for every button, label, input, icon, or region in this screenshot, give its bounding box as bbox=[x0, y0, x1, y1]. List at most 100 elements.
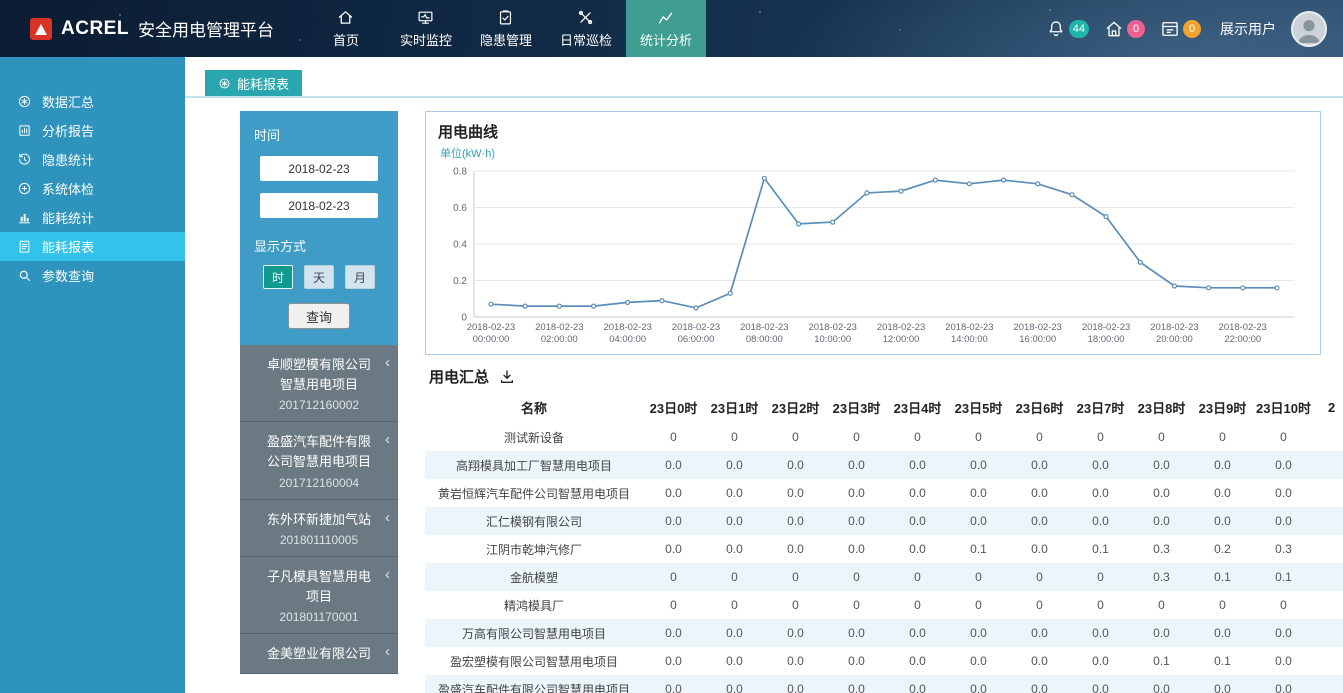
cell-value: 0.0 bbox=[643, 647, 704, 675]
cell-value: 0.0 bbox=[887, 675, 948, 693]
query-button[interactable]: 查询 bbox=[288, 303, 350, 329]
project-item[interactable]: 盈盛汽车配件有限公司智慧用电项目201712160004‹ bbox=[240, 422, 398, 499]
cell-value: 0 bbox=[826, 591, 887, 619]
project-item[interactable]: 卓顺塑模有限公司智慧用电项目201712160002‹ bbox=[240, 345, 398, 422]
sidebar: 数据汇总分析报告隐患统计系统体检能耗统计能耗报表参数查询 bbox=[0, 57, 185, 693]
tab-energy-report[interactable]: 能耗报表 bbox=[205, 70, 302, 96]
svg-text:20:00:00: 20:00:00 bbox=[1156, 334, 1193, 345]
cell-value: 0.3 bbox=[1131, 563, 1192, 591]
nav-item-hazard-manage[interactable]: 隐患管理 bbox=[466, 0, 546, 57]
project-item[interactable]: 子凡模具智慧用电项目201801170001‹ bbox=[240, 557, 398, 634]
nav-item-label: 首页 bbox=[333, 30, 359, 49]
svg-text:2018-02-23: 2018-02-23 bbox=[1014, 322, 1062, 333]
cell-value: 0.0 bbox=[765, 535, 826, 563]
chevron-left-icon[interactable]: ‹ bbox=[385, 355, 390, 370]
main-area: 能耗报表 时间 显示方式 时天月 查询 卓顺塑模有限公司智慧用电项目201712… bbox=[185, 57, 1343, 693]
summary-title: 用电汇总 bbox=[429, 366, 489, 387]
row-name: 江阴市乾坤汽修厂 bbox=[425, 535, 643, 563]
app-header: ACREL 安全用电管理平台 首页实时监控隐患管理日常巡检统计分析 44 0 0… bbox=[0, 0, 1343, 57]
sidebar-item-energy-report[interactable]: 能耗报表 bbox=[0, 232, 185, 261]
cell-empty bbox=[1314, 675, 1343, 693]
mode-button-时[interactable]: 时 bbox=[263, 265, 293, 289]
cell-value: 0.0 bbox=[826, 619, 887, 647]
cell-value: 0.0 bbox=[765, 451, 826, 479]
chevron-left-icon[interactable]: ‹ bbox=[385, 644, 390, 659]
sidebar-item-param-query[interactable]: 参数查询 bbox=[0, 261, 185, 290]
cell-value: 0.0 bbox=[887, 451, 948, 479]
cell-value: 0 bbox=[1009, 563, 1070, 591]
alarm-badge: 0 bbox=[1127, 20, 1145, 38]
cell-value: 0 bbox=[1009, 591, 1070, 619]
nav-item-home[interactable]: 首页 bbox=[306, 0, 386, 57]
cell-value: 0.0 bbox=[704, 451, 765, 479]
cell-value: 0 bbox=[704, 563, 765, 591]
chevron-left-icon[interactable]: ‹ bbox=[385, 510, 390, 525]
svg-text:06:00:00: 06:00:00 bbox=[678, 334, 715, 345]
project-item[interactable]: 东外环新捷加气站 201801110005 ‹ bbox=[240, 500, 398, 557]
sidebar-item-data-summary[interactable]: 数据汇总 bbox=[0, 87, 185, 116]
cell-value: 0 bbox=[1192, 591, 1253, 619]
main-nav: 首页 实时监控隐患管理日常巡检统计分析 bbox=[306, 0, 706, 57]
cell-value: 0.0 bbox=[948, 675, 1009, 693]
alarm-button[interactable]: 0 bbox=[1104, 19, 1145, 39]
project-name: 卓顺塑模有限公司智慧用电项目 bbox=[264, 355, 374, 395]
mode-button-月[interactable]: 月 bbox=[345, 265, 375, 289]
download-icon[interactable] bbox=[499, 369, 515, 385]
chevron-left-icon[interactable]: ‹ bbox=[385, 567, 390, 582]
summary-table-wrap: 名称23日0时23日1时23日2时23日3时23日4时23日5时23日6时23日… bbox=[425, 392, 1343, 693]
project-name: 金美塑业有限公司 bbox=[264, 644, 374, 664]
sidebar-item-system-check[interactable]: 系统体检 bbox=[0, 174, 185, 203]
notification-button[interactable]: 44 bbox=[1046, 19, 1089, 39]
acrel-logo-icon bbox=[30, 18, 52, 40]
cell-empty bbox=[1314, 507, 1343, 535]
chart-unit-label: 单位(kW·h) bbox=[440, 145, 1308, 161]
svg-text:12:00:00: 12:00:00 bbox=[883, 334, 920, 345]
cell-value: 0.0 bbox=[1070, 647, 1131, 675]
cell-value: 0.0 bbox=[887, 647, 948, 675]
nav-item-stats-analysis[interactable]: 统计分析 bbox=[626, 0, 706, 57]
report-tab-icon bbox=[218, 77, 231, 90]
svg-text:2018-02-23: 2018-02-23 bbox=[877, 322, 925, 333]
avatar[interactable] bbox=[1291, 11, 1327, 47]
right-column: 用电曲线 单位(kW·h) 00.20.40.60.82018-02-2300:… bbox=[425, 111, 1343, 693]
date-to-input[interactable] bbox=[260, 193, 378, 218]
date-from-input[interactable] bbox=[260, 156, 378, 181]
svg-text:2018-02-23: 2018-02-23 bbox=[603, 322, 651, 333]
project-name: 子凡模具智慧用电项目 bbox=[264, 567, 374, 607]
content-body: 时间 显示方式 时天月 查询 卓顺塑模有限公司智慧用电项目20171216000… bbox=[185, 98, 1343, 693]
mode-button-天[interactable]: 天 bbox=[304, 265, 334, 289]
cell-empty bbox=[1314, 535, 1343, 563]
cell-value: 0.0 bbox=[1192, 619, 1253, 647]
project-item[interactable]: 金美塑业有限公司 ‹ bbox=[240, 634, 398, 674]
cell-value: 0.0 bbox=[1131, 619, 1192, 647]
cell-value: 0.0 bbox=[1131, 507, 1192, 535]
cell-value: 0 bbox=[887, 591, 948, 619]
svg-text:10:00:00: 10:00:00 bbox=[814, 334, 851, 345]
sidebar-item-label: 能耗报表 bbox=[42, 237, 94, 256]
chevron-left-icon[interactable]: ‹ bbox=[385, 432, 390, 447]
user-label[interactable]: 展示用户 bbox=[1220, 19, 1276, 39]
cell-empty bbox=[1314, 479, 1343, 507]
column-header: 23日5时 bbox=[948, 392, 1009, 423]
cell-value: 0.0 bbox=[1009, 647, 1070, 675]
sidebar-item-hazard-stats[interactable]: 隐患统计 bbox=[0, 145, 185, 174]
svg-text:0.4: 0.4 bbox=[453, 239, 467, 250]
sidebar-item-analysis-report[interactable]: 分析报告 bbox=[0, 116, 185, 145]
cell-value: 0.0 bbox=[643, 619, 704, 647]
cell-value: 0.0 bbox=[1070, 619, 1131, 647]
cell-value: 0.0 bbox=[765, 675, 826, 693]
project-name: 东外环新捷加气站 bbox=[264, 510, 374, 530]
cell-value: 0.0 bbox=[643, 451, 704, 479]
message-button[interactable]: 0 bbox=[1160, 19, 1201, 39]
sidebar-item-energy-stats[interactable]: 能耗统计 bbox=[0, 203, 185, 232]
svg-text:2018-02-23: 2018-02-23 bbox=[1150, 322, 1198, 333]
cell-value: 0.0 bbox=[1192, 451, 1253, 479]
svg-text:2018-02-23: 2018-02-23 bbox=[535, 322, 583, 333]
nav-item-daily-inspection[interactable]: 日常巡检 bbox=[546, 0, 626, 57]
cell-value: 0.0 bbox=[643, 675, 704, 693]
project-code: 201801110005 bbox=[264, 533, 374, 547]
cell-value: 0 bbox=[765, 563, 826, 591]
nav-item-realtime-monitor[interactable]: 实时监控 bbox=[386, 0, 466, 57]
project-name: 盈盛汽车配件有限公司智慧用电项目 bbox=[264, 432, 374, 472]
cell-value: 0 bbox=[1253, 591, 1314, 619]
